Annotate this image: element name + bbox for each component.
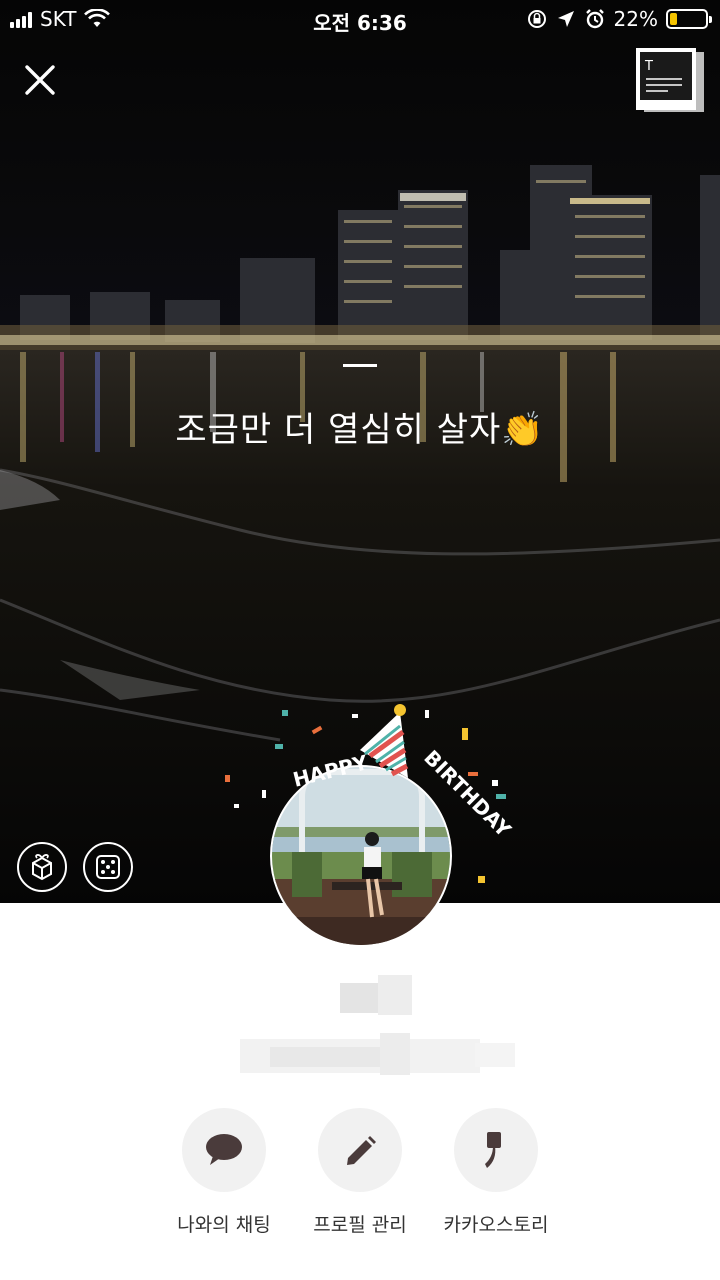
status-bar: SKT 오전 6:36 22% [0, 0, 720, 38]
birthday-sticker: HAPPY BIRTHDAY [225, 704, 516, 883]
chat-bubble-icon [206, 1134, 242, 1165]
gift-icon [32, 854, 52, 881]
sticker-happy-text: HAPPY [290, 750, 370, 792]
dice-icon [96, 855, 120, 879]
svg-text:T: T [644, 59, 653, 74]
status-message-text: 조금만 더 열심히 살자 [175, 410, 502, 450]
clapping-hands-emoji: 👏 [501, 410, 545, 450]
alarm-icon [585, 9, 604, 29]
location-icon [557, 11, 574, 27]
edit-profile-circle [318, 1108, 402, 1192]
kakaostory-label: 카카오스토리 [443, 1214, 549, 1236]
close-button[interactable] [20, 60, 60, 100]
gift-button[interactable] [17, 842, 67, 892]
dice-button[interactable] [83, 842, 133, 892]
status-message[interactable]: 조금만 더 열심히 살자👏 [0, 402, 720, 451]
kakaostory-icon [485, 1132, 501, 1168]
kakaostory-circle [454, 1108, 538, 1192]
battery-percent: 22% [613, 7, 658, 31]
chat-with-me-circle [182, 1108, 266, 1192]
profile-name-redacted [340, 975, 412, 1015]
kakaostory-button[interactable]: 카카오스토리 [416, 1108, 576, 1237]
battery-level [670, 13, 677, 25]
text-story-icon: T [636, 48, 704, 112]
battery-icon [666, 9, 712, 29]
text-story-button[interactable]: T [634, 46, 706, 116]
close-icon [25, 65, 55, 95]
sticker-birthday-text: BIRTHDAY [419, 745, 516, 842]
status-message-divider [343, 364, 377, 367]
orientation-lock-icon [527, 10, 546, 28]
profile-message-redacted [240, 1033, 515, 1075]
pencil-icon [347, 1136, 376, 1165]
